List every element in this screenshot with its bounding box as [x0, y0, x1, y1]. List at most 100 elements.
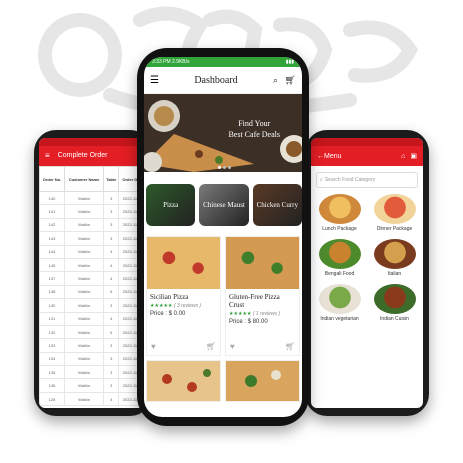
table-row[interactable]: 128 Walkin 4 2022-11-11 [39, 391, 147, 407]
back-arrow-icon[interactable]: ← [317, 153, 324, 160]
table-cell: 135 [39, 365, 65, 380]
table-cell: Walkin [63, 271, 105, 286]
review-count: ( 1 reviews ) [252, 311, 281, 317]
food-category-item[interactable]: Lunch Package [314, 194, 365, 237]
hero-title-line1: Find Your [238, 119, 271, 128]
food-category-item[interactable]: Indian Cuisin [369, 284, 420, 327]
category-food-image [373, 239, 416, 269]
column-header: Order No. [39, 166, 65, 192]
heart-icon[interactable]: ♥ [151, 342, 156, 351]
category-label: Indian Cuisin [380, 316, 409, 322]
table-cell: Walkin [63, 204, 105, 219]
table-row[interactable]: 130 Walkin 3 2022-11-11 [39, 298, 147, 313]
status-bar: 3:33 PM 2.9KB/s ▮▮▮ [144, 57, 302, 67]
home-icon[interactable]: ⌂ [401, 153, 405, 160]
cart-icon[interactable]: 🛒︎ [285, 75, 296, 85]
search-input[interactable]: ⌕ Search Food Category [316, 172, 418, 188]
table-row[interactable]: 143 Walkin 3 2022-11-11 [39, 231, 147, 246]
table-cell: 5 [103, 284, 120, 300]
cafe-category-card[interactable]: Chicken Curry [252, 184, 302, 226]
category-label: Indian vegetarian [320, 316, 359, 322]
table-cell: 3 [103, 190, 120, 206]
table-cell: 134 [39, 351, 65, 367]
table-cell: 128 [39, 391, 65, 407]
category-food-image [318, 194, 361, 224]
carousel-dots [218, 166, 231, 169]
cafe-category-row: Pizza Chinese Maust Chicken Curry [144, 172, 302, 232]
table-cell: Walkin [63, 378, 105, 393]
add-to-cart-icon[interactable]: 🛒︎ [206, 342, 216, 351]
table-row[interactable]: 140 Walkin 3 2022-11-11 [39, 190, 147, 206]
food-category-item[interactable]: Indian vegetarian [314, 284, 365, 327]
menu-screen: ← Menu ⌂ ▣ ⌕ Search Food Category Lunch … [311, 138, 423, 408]
search-icon[interactable]: ⌕ [273, 75, 278, 85]
pizza-image [226, 361, 299, 401]
table-row[interactable]: 138 Walkin 5 2022-11-11 [39, 284, 147, 300]
category-label: Bengali Food [324, 271, 355, 277]
pizza-image [147, 361, 220, 401]
table-row[interactable]: 132 Walkin 5 2022-11-11 [39, 324, 147, 340]
cafe-category-card[interactable]: Chinese Maust [199, 184, 249, 226]
table-cell: 3 [103, 338, 120, 353]
table-cell: 131 [39, 311, 65, 326]
app-bar: ← Menu ⌂ ▣ [311, 146, 423, 166]
table-cell: Walkin [63, 284, 105, 300]
table-cell: 140 [39, 190, 65, 206]
search-placeholder: Search Food Category [324, 177, 376, 183]
category-grid: Lunch Package Dinner Package Bengali Food I… [311, 194, 423, 327]
screen-title: Menu [324, 152, 342, 160]
add-to-cart-icon[interactable]: 🛒︎ [285, 342, 295, 351]
menu-icon[interactable]: ☰ [150, 75, 159, 86]
category-label: Italian [387, 271, 402, 277]
table-cell: 130 [39, 298, 65, 313]
product-name: Gluten-Free Pizza Crust [229, 293, 280, 309]
product-card[interactable]: Sicilian Pizza ★★★★★ ( 3 reviews ) Price :… [146, 236, 221, 356]
dashboard-screen: 3:33 PM 2.9KB/s ▮▮▮ ☰ Dashboard ⌕ 🛒︎ Fin… [144, 57, 302, 417]
cafe-category-card[interactable]: Pizza [146, 184, 196, 226]
table-row[interactable]: 144 Walkin 4 2022-11-11 [39, 244, 147, 259]
product-card[interactable]: Gluten-Free Pizza Crust ★★★★★ ( 1 reviews… [225, 236, 300, 356]
table-cell: Walkin [63, 190, 105, 206]
table-row[interactable]: 137 Walkin 4 2022-11-11 [39, 271, 147, 286]
table-cell: 4 [103, 271, 120, 286]
table-row[interactable]: 142 Walkin 3 2022-11-11 [39, 217, 147, 233]
table-row[interactable]: 145 Walkin 4 2022-11-11 [39, 257, 147, 273]
table-row[interactable]: 131 Walkin 4 2022-11-11 [39, 311, 147, 326]
pizza-image [147, 237, 220, 289]
rating-stars: ★★★★★ ( 3 reviews ) [150, 303, 202, 309]
food-category-item[interactable]: Dinner Package [369, 194, 420, 237]
status-bar [311, 138, 423, 146]
search-icon: ⌕ [320, 177, 323, 183]
table-cell: Walkin [63, 244, 105, 259]
table-row[interactable]: 134 Walkin 3 2022-11-11 [39, 351, 147, 367]
category-food-image [318, 239, 361, 269]
table-cell: 3 [103, 378, 120, 393]
table-cell: 141 [39, 204, 65, 219]
heart-icon[interactable]: ♥ [230, 342, 235, 351]
table-cell: 3 [103, 217, 120, 233]
food-category-item[interactable]: Italian [369, 239, 420, 282]
hamburger-icon[interactable]: ≡ [45, 146, 50, 166]
table-row[interactable]: 135 Walkin 3 2022-11-11 [39, 365, 147, 380]
table-cell: 144 [39, 244, 65, 259]
hero-banner[interactable]: Find Your Best Cafe Deals [144, 94, 302, 172]
table-cell: 138 [39, 284, 65, 300]
table-cell: 132 [39, 324, 65, 340]
table-cell: 4 [103, 244, 120, 259]
table-row[interactable]: 133 Walkin 3 2022-11-11 [39, 338, 147, 353]
column-header: Customer Name [63, 166, 105, 192]
table-row[interactable]: 141 Walkin 3 2022-11-11 [39, 204, 147, 219]
table-cell: Walkin [63, 257, 105, 273]
pizza-image [226, 237, 299, 289]
table-cell: Walkin [63, 338, 105, 353]
table-cell: 145 [39, 257, 65, 273]
table-cell: 4 [103, 257, 120, 273]
product-card-partial[interactable] [225, 360, 300, 402]
table-row[interactable]: 136 Walkin 3 2022-11-11 [39, 378, 147, 393]
food-category-item[interactable]: Bengali Food [314, 239, 365, 282]
product-actions: ♥ 🛒︎ [230, 342, 295, 351]
product-card-partial[interactable] [146, 360, 221, 402]
cart-icon[interactable]: ▣ [410, 152, 417, 160]
table-cell: 3 [103, 204, 120, 219]
table-cell: Walkin [63, 324, 105, 340]
